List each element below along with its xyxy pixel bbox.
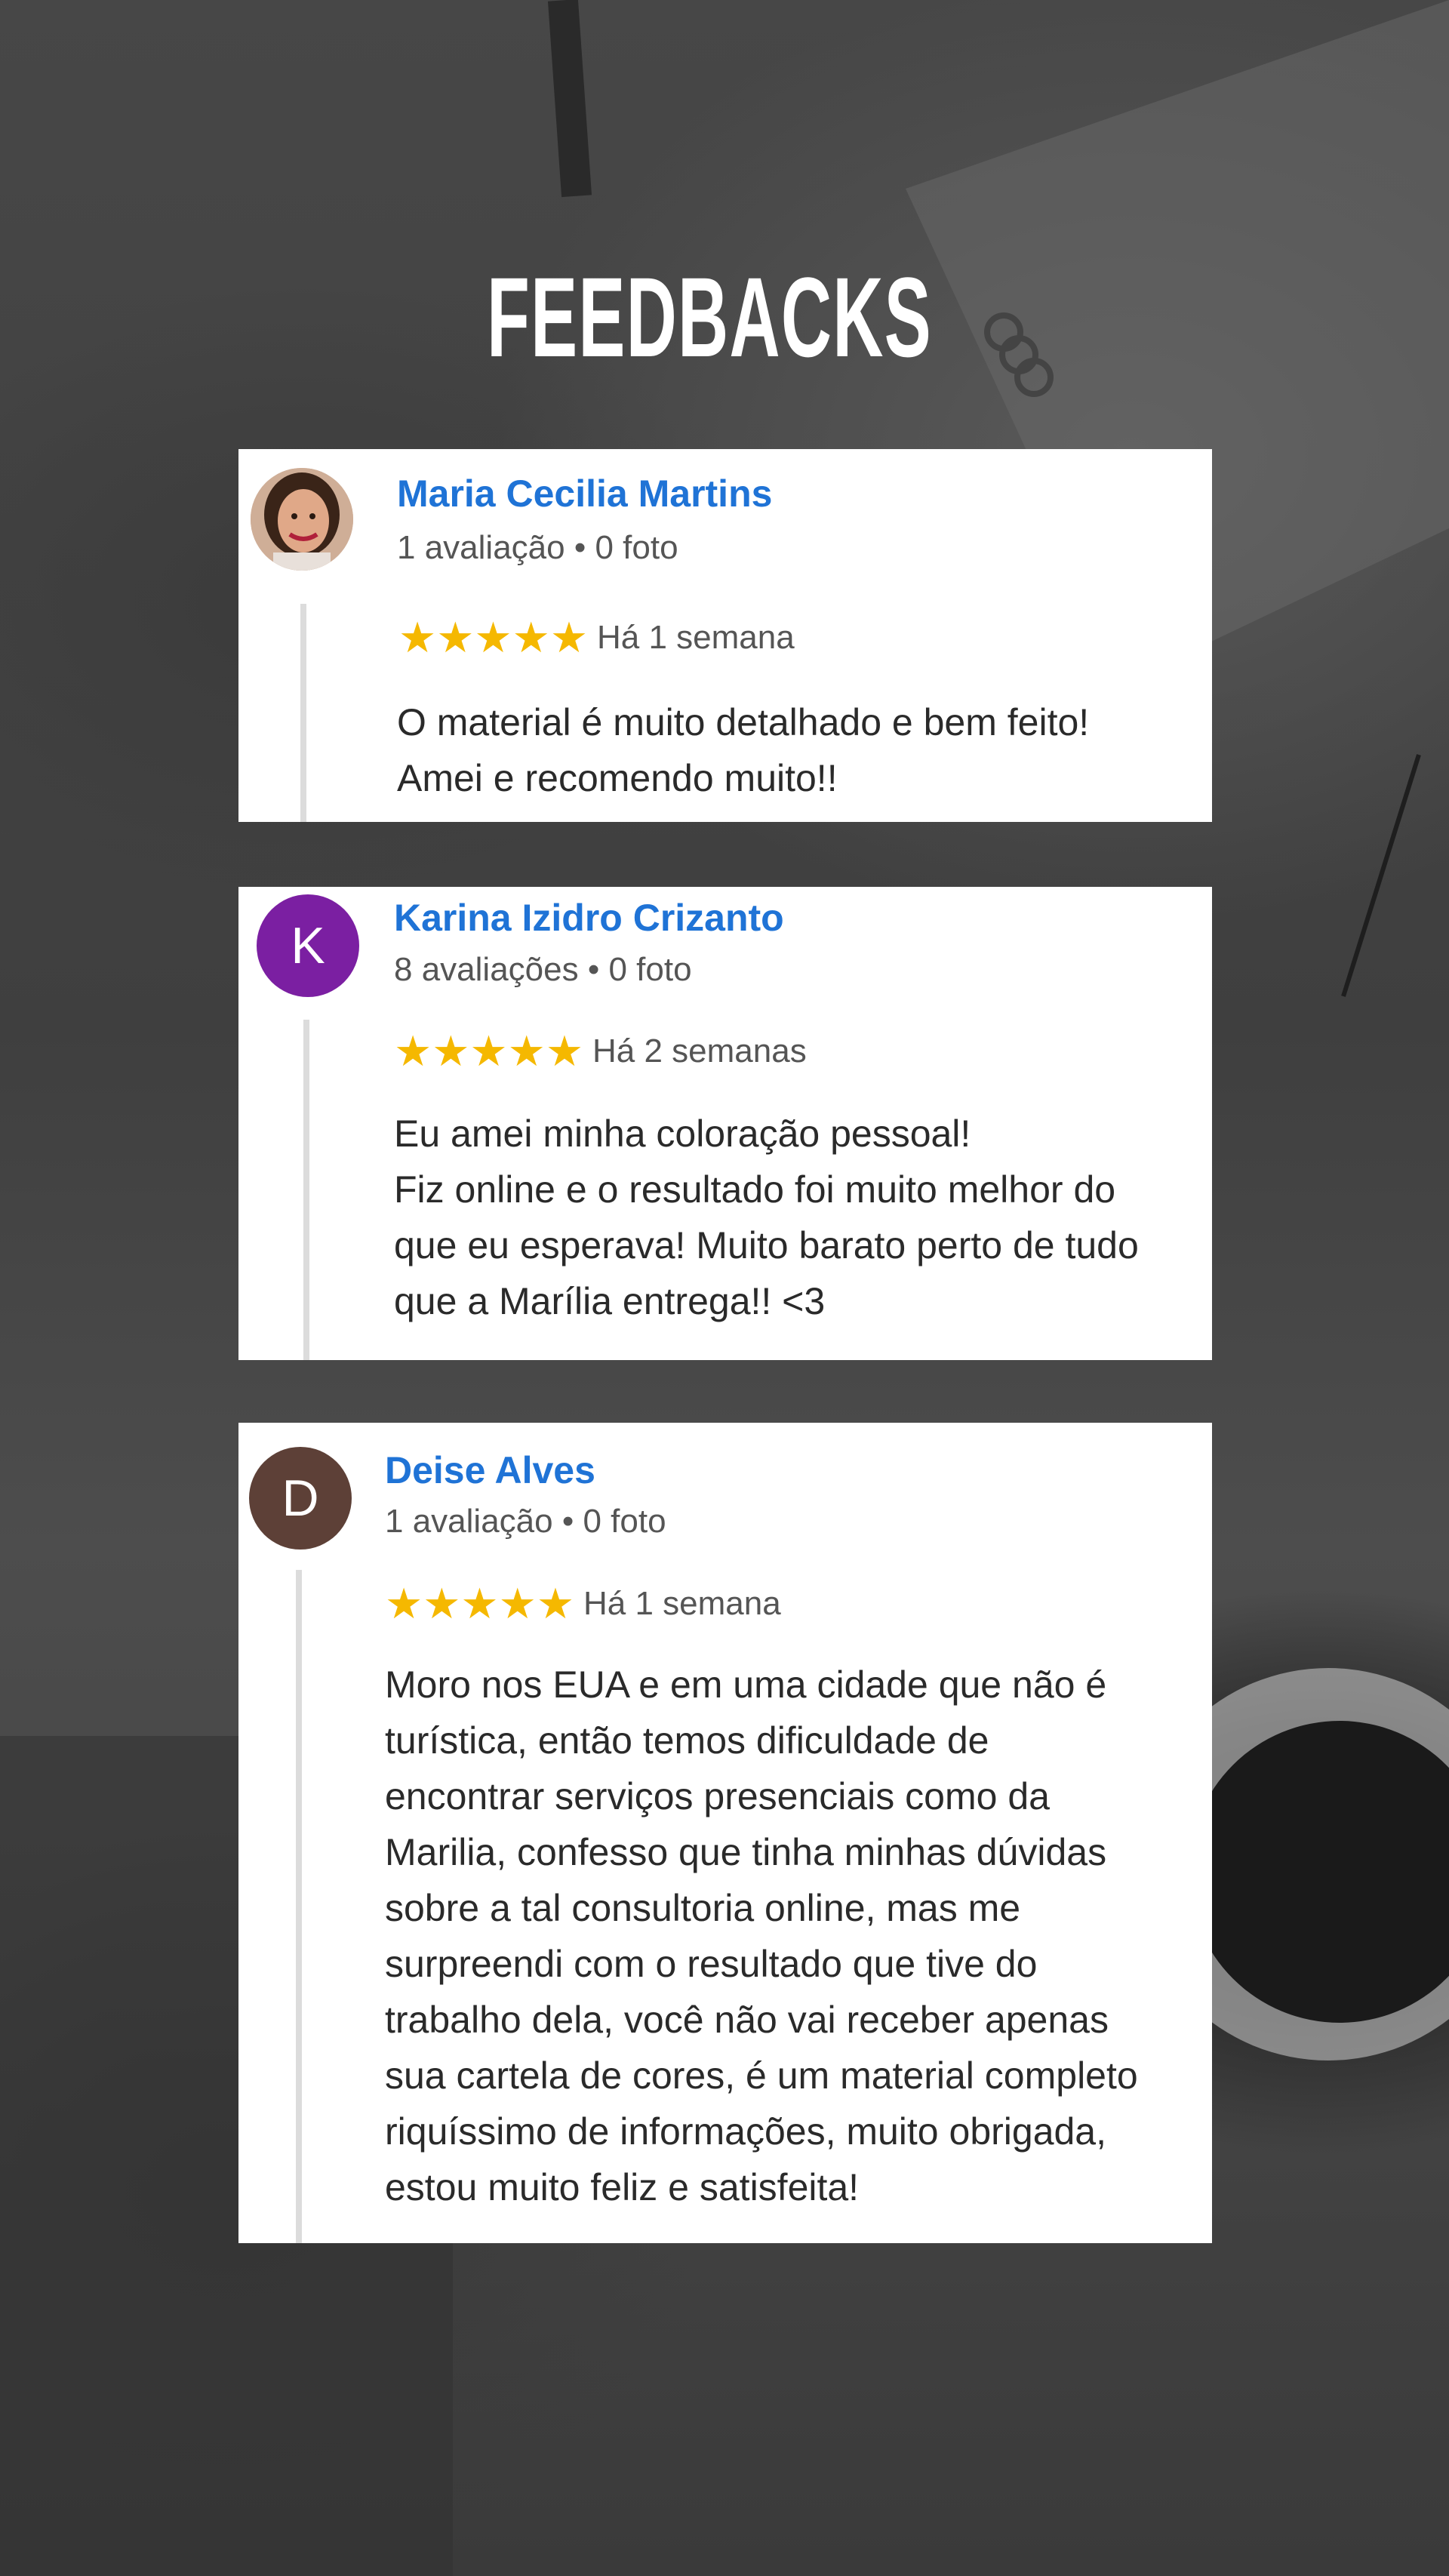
reviewer-name[interactable]: Maria Cecilia Martins <box>397 472 772 516</box>
review-text: Eu amei minha coloração pessoal! Fiz onl… <box>394 1113 1139 1322</box>
star-rating-icon: ★★★★★ <box>394 1027 584 1075</box>
avatar-letter: D <box>281 1470 319 1527</box>
star-rating-icon: ★★★★★ <box>398 614 589 661</box>
review-card: D Deise Alves 1 avaliação • 0 foto ★★★★★… <box>238 1423 1212 2243</box>
review-text: Moro nos EUA e em uma cidade que não é t… <box>385 1663 1138 2208</box>
rating-row: ★★★★★ Há 1 semana <box>385 1583 781 1625</box>
thread-line <box>300 604 306 822</box>
review-time: Há 2 semanas <box>592 1033 807 1069</box>
review-card: Maria Cecilia Martins 1 avaliação • 0 fo… <box>238 449 1212 822</box>
review-text: O material é muito detalhado e bem feito… <box>397 701 1090 799</box>
rating-row: ★★★★★ Há 1 semana <box>398 617 795 659</box>
avatar: K <box>257 894 359 997</box>
review-card: K Karina Izidro Crizanto 8 avaliações • … <box>238 887 1212 1360</box>
review-time: Há 1 semana <box>597 619 795 656</box>
review-time: Há 1 semana <box>583 1585 781 1622</box>
reviewer-meta: 1 avaliação • 0 foto <box>385 1503 666 1540</box>
reviewer-meta: 8 avaliações • 0 foto <box>394 951 692 988</box>
avatar <box>251 468 353 571</box>
notebook-edge <box>1341 754 1421 997</box>
pen-shape <box>547 0 592 198</box>
thread-line <box>296 1570 302 2243</box>
reviewer-name[interactable]: Karina Izidro Crizanto <box>394 896 784 940</box>
avatar: D <box>249 1447 352 1550</box>
rating-row: ★★★★★ Há 2 semanas <box>394 1030 807 1073</box>
star-rating-icon: ★★★★★ <box>385 1580 575 1627</box>
profile-photo-icon <box>251 468 353 571</box>
page-title: FEEDBACKS <box>487 254 932 380</box>
reviewer-meta: 1 avaliação • 0 foto <box>397 529 678 566</box>
reviewer-name[interactable]: Deise Alves <box>385 1448 595 1492</box>
avatar-letter: K <box>291 917 325 974</box>
thread-line <box>303 1020 309 1360</box>
